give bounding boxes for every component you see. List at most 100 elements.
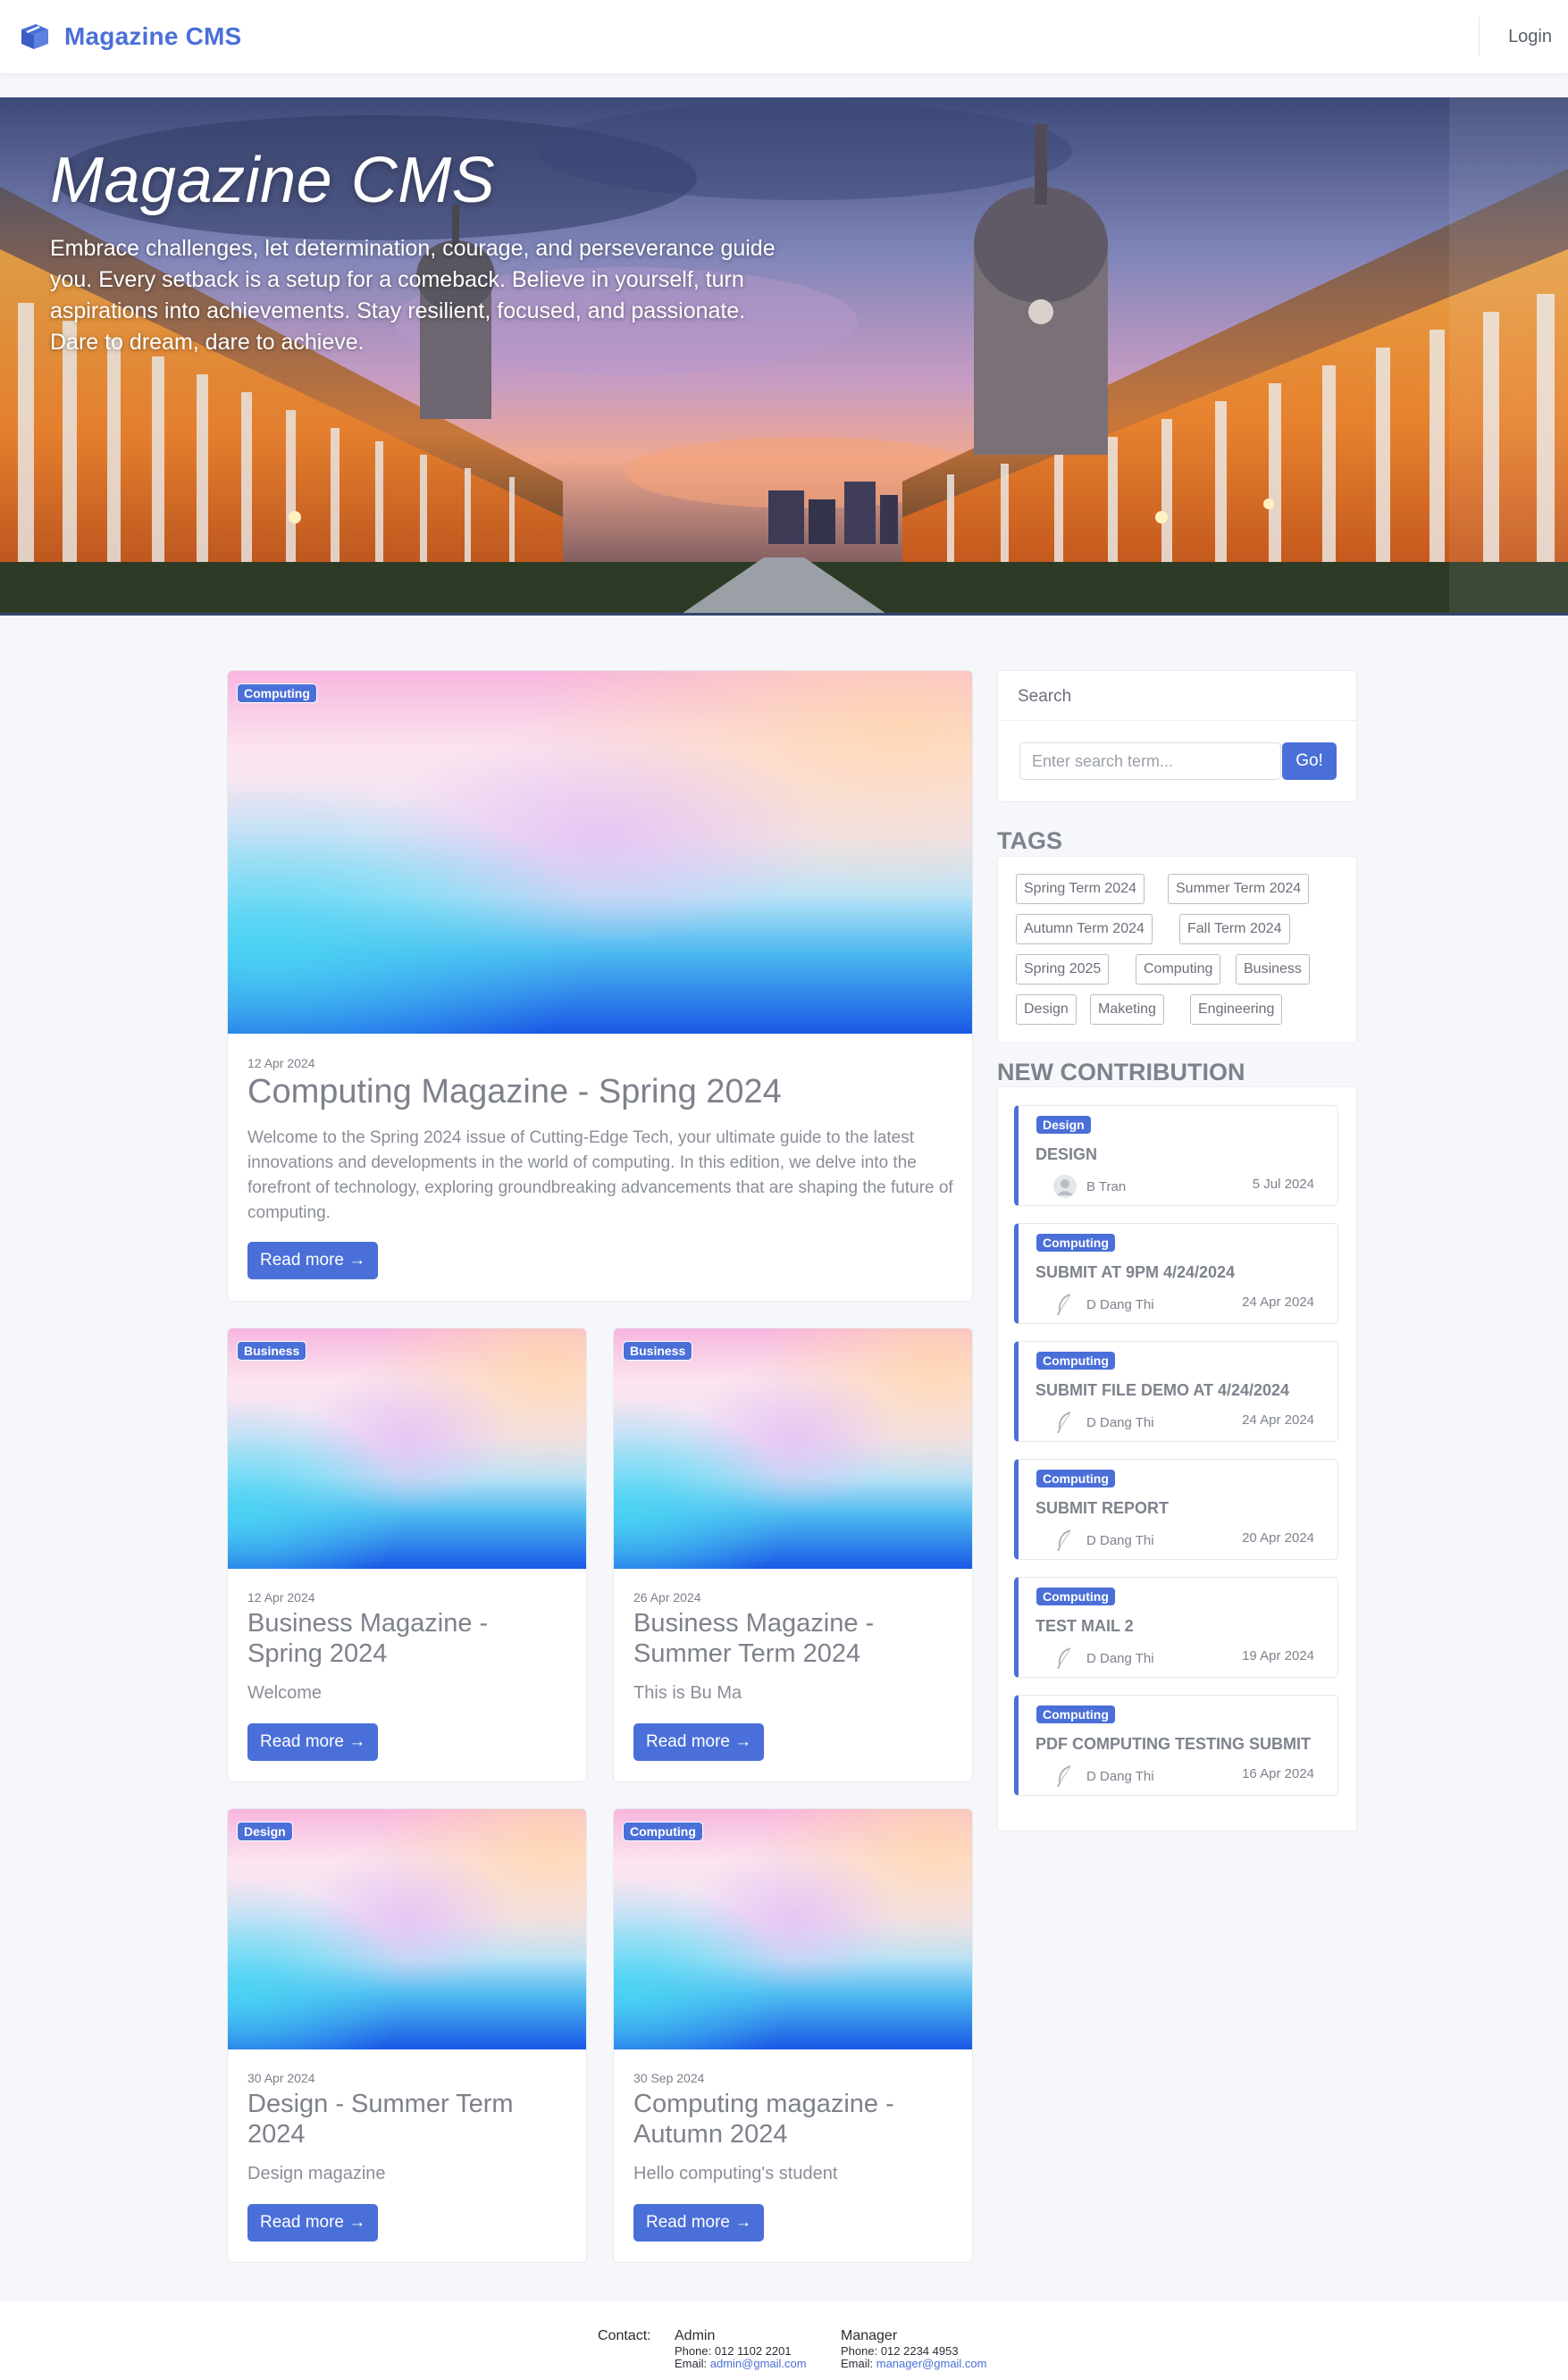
author-name: D Dang Thi (1086, 1414, 1154, 1430)
hero-banner: Magazine CMS Embrace challenges, let det… (0, 97, 1568, 616)
article-card[interactable]: Design 30 Apr 2024 Design - Summer Term … (227, 1808, 587, 2263)
admin-phone: Phone: 012 1102 2201 (675, 2344, 792, 2358)
category-badge: Computing (1036, 1469, 1116, 1488)
navbar: Magazine CMS Login (0, 0, 1568, 73)
tag-computing[interactable]: Computing (1136, 954, 1221, 985)
article-title[interactable]: Computing magazine - Autumn 2024 (633, 2089, 937, 2150)
article-card[interactable]: Computing 30 Sep 2024 Computing magazine… (613, 1808, 973, 2263)
read-more-button[interactable]: Read more → (633, 1723, 765, 1761)
article-card[interactable]: Business 12 Apr 2024 Business Magazine -… (227, 1328, 587, 1782)
category-badge: Computing (1036, 1587, 1116, 1606)
contribution-author: D Dang Thi (1052, 1528, 1154, 1553)
manager-email-link[interactable]: manager@gmail.com (876, 2357, 987, 2370)
contribution-author: D Dang Thi (1052, 1764, 1154, 1789)
tag-summer-term-2024[interactable]: Summer Term 2024 (1168, 874, 1310, 904)
article-date: 12 Apr 2024 (247, 1590, 315, 1605)
article-date: 30 Sep 2024 (633, 2071, 705, 2085)
contribution-date: 16 Apr 2024 (1242, 1766, 1314, 1781)
new-contribution-widget: Design DESIGN B Tran 5 Jul 2024 Computin… (997, 1086, 1357, 1831)
read-more-button[interactable]: Read more → (247, 1242, 379, 1279)
tag-spring-term-2024[interactable]: Spring Term 2024 (1016, 874, 1145, 904)
author-name: D Dang Thi (1086, 1650, 1154, 1666)
article-cover-image: Design (228, 1809, 586, 2049)
manager-phone: Phone: 012 2234 4953 (841, 2344, 959, 2358)
contribution-author: D Dang Thi (1052, 1410, 1154, 1435)
category-badge: Computing (237, 683, 317, 703)
contribution-date: 24 Apr 2024 (1242, 1295, 1314, 1310)
tag-spring-2025[interactable]: Spring 2025 (1016, 954, 1110, 985)
article-title[interactable]: Business Magazine - Summer Term 2024 (633, 1608, 937, 1669)
author-name: D Dang Thi (1086, 1532, 1154, 1548)
user-avatar-icon (1053, 1175, 1077, 1198)
feather-avatar-icon (1057, 1529, 1071, 1552)
featured-article-card[interactable]: Computing 12 Apr 2024 Computing Magazine… (227, 670, 973, 1302)
contribution-date: 20 Apr 2024 (1242, 1530, 1314, 1546)
author-name: D Dang Thi (1086, 1296, 1154, 1312)
article-date: 12 Apr 2024 (247, 1056, 315, 1070)
read-more-button[interactable]: Read more → (247, 2204, 379, 2242)
tag-design[interactable]: Design (1016, 994, 1077, 1025)
login-link[interactable]: Login (1508, 27, 1552, 47)
feather-avatar-icon (1057, 1647, 1071, 1670)
article-description: Welcome (247, 1683, 322, 1703)
tag-engineering[interactable]: Engineering (1190, 994, 1283, 1025)
category-badge: Computing (1036, 1705, 1116, 1724)
category-badge: Design (1036, 1115, 1092, 1135)
tag-fall-term-2024[interactable]: Fall Term 2024 (1179, 914, 1290, 944)
contribution-author: B Tran (1052, 1174, 1126, 1199)
hero-tagline: Embrace challenges, let determination, c… (50, 236, 776, 355)
article-description: This is Bu Ma (633, 1683, 742, 1703)
article-title[interactable]: Design - Summer Term 2024 (247, 2089, 551, 2150)
contribution-author: D Dang Thi (1052, 1292, 1154, 1317)
admin-name: Admin (675, 2328, 716, 2343)
tags-widget: Spring Term 2024 Summer Term 2024 Autumn… (997, 856, 1357, 1043)
article-title[interactable]: Computing Magazine - Spring 2024 (247, 1073, 953, 1111)
feather-avatar-icon (1057, 1294, 1071, 1316)
brand-link[interactable]: Magazine CMS (16, 19, 241, 54)
article-description: Hello computing's student (633, 2164, 838, 2183)
category-badge: Business (623, 1341, 693, 1361)
article-title[interactable]: Business Magazine - Spring 2024 (247, 1608, 551, 1669)
contribution-card[interactable]: Design DESIGN B Tran 5 Jul 2024 (1014, 1105, 1338, 1206)
contribution-date: 24 Apr 2024 (1242, 1412, 1314, 1428)
article-date: 26 Apr 2024 (633, 1590, 701, 1605)
contribution-date: 19 Apr 2024 (1242, 1648, 1314, 1663)
author-name: B Tran (1086, 1178, 1127, 1194)
search-input[interactable]: Enter search term... (1019, 742, 1281, 780)
contribution-date: 5 Jul 2024 (1252, 1177, 1314, 1192)
tag-business[interactable]: Business (1236, 954, 1310, 985)
tag-maketing[interactable]: Maketing (1090, 994, 1164, 1025)
article-cover-image: Computing (228, 671, 972, 1034)
search-heading: Search (998, 671, 1356, 721)
contribution-title: SUBMIT FILE DEMO AT 4/24/2024 (1036, 1381, 1290, 1399)
manager-name: Manager (841, 2328, 898, 2343)
article-date: 30 Apr 2024 (247, 2071, 315, 2085)
tag-autumn-term-2024[interactable]: Autumn Term 2024 (1016, 914, 1153, 944)
contribution-card[interactable]: Computing PDF COMPUTING TESTING SUBMIT D… (1014, 1695, 1338, 1796)
author-name: D Dang Thi (1086, 1768, 1154, 1784)
category-badge: Design (237, 1822, 293, 1841)
new-contribution-heading: NEW CONTRIBUTION (997, 1059, 1245, 1085)
contribution-author: D Dang Thi (1052, 1646, 1154, 1671)
read-more-button[interactable]: Read more → (247, 1723, 379, 1761)
footer: Contact: Admin Phone: 012 1102 2201 Emai… (0, 2301, 1568, 2380)
contact-label: Contact: (598, 2328, 651, 2343)
contribution-title: DESIGN (1036, 1145, 1098, 1163)
contribution-card[interactable]: Computing SUBMIT FILE DEMO AT 4/24/2024 … (1014, 1341, 1338, 1442)
article-card[interactable]: Business 26 Apr 2024 Business Magazine -… (613, 1328, 973, 1782)
category-badge: Computing (1036, 1233, 1116, 1253)
contribution-card[interactable]: Computing TEST MAIL 2 D Dang Thi 19 Apr … (1014, 1577, 1338, 1678)
contribution-card[interactable]: Computing SUBMIT REPORT D Dang Thi 20 Ap… (1014, 1459, 1338, 1560)
search-go-button[interactable]: Go! (1282, 742, 1337, 780)
hero-title: Magazine CMS (50, 145, 496, 216)
tags-heading: TAGS (997, 827, 1062, 854)
search-widget: Search Enter search term... Go! (997, 670, 1357, 802)
contribution-card[interactable]: Computing SUBMIT AT 9PM 4/24/2024 D Dang… (1014, 1223, 1338, 1324)
nav-divider (1479, 17, 1480, 56)
category-badge: Computing (1036, 1351, 1116, 1370)
article-cover-image: Computing (614, 1809, 972, 2049)
admin-email-link[interactable]: admin@gmail.com (710, 2357, 807, 2370)
read-more-button[interactable]: Read more → (633, 2204, 765, 2242)
admin-email-row: Email: admin@gmail.com (675, 2357, 807, 2370)
cube-logo-icon (21, 24, 48, 49)
